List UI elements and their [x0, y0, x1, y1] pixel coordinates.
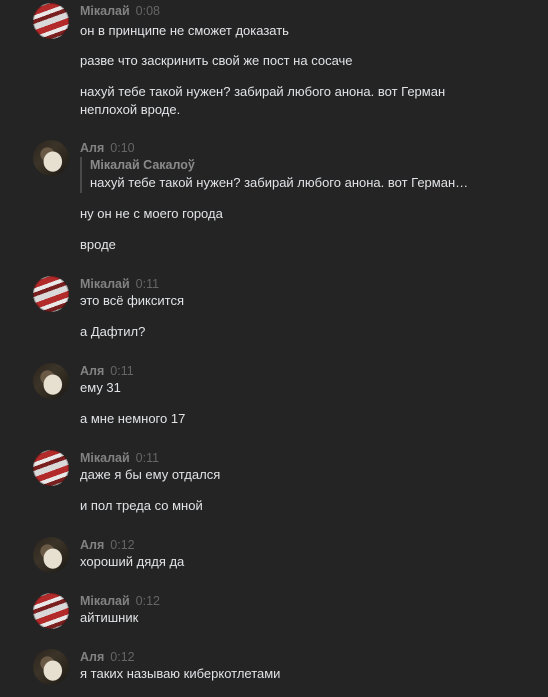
timestamp[interactable]: 0:10: [110, 141, 134, 155]
author-name[interactable]: Аля: [80, 538, 104, 552]
author-name[interactable]: Аля: [80, 650, 104, 664]
chat-history: Мікалай 0:08 он в принципе не сможет дока…: [0, 0, 548, 697]
avatar[interactable]: [33, 363, 69, 399]
author-name[interactable]: Мікалай: [80, 451, 130, 465]
message-text: я таких называю киберкотлетами: [80, 666, 281, 681]
message-header: Аля 0:12: [80, 649, 135, 665]
author-name[interactable]: Аля: [80, 141, 104, 155]
message-header: Мікалай 0:11: [80, 450, 159, 466]
message-text: ну он не с моего города: [80, 206, 223, 221]
message-text: это всё фиксится: [80, 293, 184, 308]
avatar[interactable]: [33, 593, 69, 629]
avatar[interactable]: [33, 649, 69, 685]
message-header: Мікалай 0:11: [80, 276, 159, 292]
reply-text: нахуй тебе такой нужен? забирай любого а…: [90, 175, 469, 190]
message-header: Аля 0:10: [80, 140, 135, 156]
avatar[interactable]: [33, 537, 69, 573]
avatar[interactable]: [33, 3, 69, 39]
message-text: айтишник: [80, 610, 139, 625]
timestamp[interactable]: 0:12: [110, 538, 134, 552]
timestamp[interactable]: 0:08: [136, 4, 160, 18]
message-text: неплохой вроде.: [80, 102, 181, 117]
quoted-reply[interactable]: Мікалай Сакалоў нахуй тебе такой нужен? …: [80, 157, 468, 193]
message-text: нахуй тебе такой нужен? забирай любого а…: [80, 84, 446, 99]
message-header: Аля 0:11: [80, 363, 134, 379]
avatar[interactable]: [33, 276, 69, 312]
message-header: Мікалай 0:12: [80, 593, 160, 609]
message-text: вроде: [80, 237, 116, 252]
author-name[interactable]: Аля: [80, 364, 104, 378]
avatar[interactable]: [33, 140, 69, 176]
author-name[interactable]: Мікалай: [80, 277, 130, 291]
message-text: и пол треда со мной: [80, 498, 203, 513]
timestamp[interactable]: 0:11: [136, 451, 159, 465]
timestamp[interactable]: 0:11: [110, 364, 133, 378]
message-text: он в принципе не сможет доказать: [80, 23, 289, 38]
message-text: а Дафтил?: [80, 324, 146, 339]
message-header: Аля 0:12: [80, 537, 135, 553]
reply-author: Мікалай Сакалоў: [90, 158, 195, 172]
message-header: Мікалай 0:08: [80, 3, 160, 19]
message-text: разве что заскринить свой же пост на сос…: [80, 53, 353, 68]
avatar[interactable]: [33, 450, 69, 486]
message-text: а мне немного 17: [80, 411, 186, 426]
message-text: даже я бы ему отдался: [80, 467, 221, 482]
timestamp[interactable]: 0:12: [110, 650, 134, 664]
timestamp[interactable]: 0:12: [136, 594, 160, 608]
message-text: ему 31: [80, 380, 121, 395]
timestamp[interactable]: 0:11: [136, 277, 159, 291]
author-name[interactable]: Мікалай: [80, 594, 130, 608]
message-text: хороший дядя да: [80, 554, 185, 569]
author-name[interactable]: Мікалай: [80, 4, 130, 18]
